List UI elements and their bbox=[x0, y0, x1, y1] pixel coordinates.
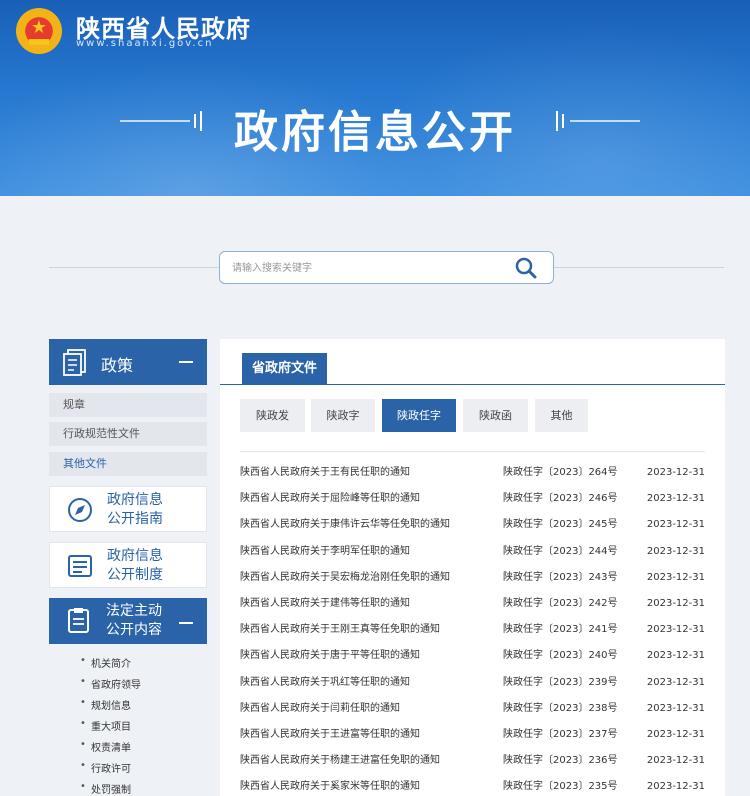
table-row[interactable]: 陕西省人民政府关于杨建王进富任免职的通知 陕政任字〔2023〕236号 2023-1… bbox=[240, 748, 705, 774]
document-number: 陕政任字〔2023〕240号 bbox=[503, 650, 618, 662]
search-divider-left bbox=[49, 267, 219, 268]
proactive-title-line1: 法定主动 bbox=[106, 603, 162, 619]
table-row[interactable]: 陕西省人民政府关于屈险峰等任职的通知 陕政任字〔2023〕246号 2023-12-… bbox=[240, 486, 705, 512]
table-row[interactable]: 陕西省人民政府关于吴宏梅龙治刚任免职的通知 陕政任字〔2023〕243号 2023-… bbox=[240, 565, 705, 591]
search-input[interactable] bbox=[232, 260, 502, 276]
compass-icon bbox=[68, 498, 92, 522]
sidebar-proactive-header[interactable]: 法定主动 公开内容 bbox=[49, 598, 207, 644]
table-row[interactable]: 陕西省人民政府关于建伟等任职的通知 陕政任字〔2023〕242号 2023-12-3… bbox=[240, 591, 705, 617]
filter-shaanzhenghan[interactable]: 陕政函 bbox=[463, 399, 528, 432]
sidebar-link-leaders[interactable]: 省政府领导 bbox=[80, 676, 141, 691]
collapse-icon[interactable] bbox=[179, 622, 193, 624]
document-date: 2023-12-31 bbox=[646, 676, 705, 688]
document-date: 2023-12-31 bbox=[646, 545, 705, 557]
document-title[interactable]: 陕西省人民政府关于康伟许云华等任免职的通知 bbox=[240, 512, 450, 538]
document-number: 陕政任字〔2023〕241号 bbox=[503, 624, 618, 636]
document-date: 2023-12-31 bbox=[646, 755, 705, 767]
filter-shaanzhengzi[interactable]: 陕政字 bbox=[311, 399, 375, 432]
document-number: 陕政任字〔2023〕235号 bbox=[503, 781, 618, 793]
sidebar-link-responsibility-list[interactable]: 权责清单 bbox=[80, 739, 131, 754]
sidebar-item-regulations[interactable]: 规章 bbox=[49, 393, 207, 417]
document-number: 陕政任字〔2023〕239号 bbox=[503, 676, 618, 688]
sidebar-item-other-documents[interactable]: 其他文件 bbox=[49, 452, 207, 476]
sidebar-policy-title: 政策 bbox=[101, 356, 134, 375]
document-title[interactable]: 陕西省人民政府关于王刚王真等任免职的通知 bbox=[240, 617, 440, 643]
document-date: 2023-12-31 bbox=[646, 598, 705, 609]
table-row[interactable]: 陕西省人民政府关于李明军任职的通知 陕政任字〔2023〕244号 2023-12-3… bbox=[240, 539, 705, 565]
document-date: 2023-12-31 bbox=[646, 781, 705, 793]
document-date: 2023-12-31 bbox=[646, 624, 705, 636]
system-title-line1: 政府信息 bbox=[107, 548, 163, 564]
sidebar-item-normative-documents[interactable]: 行政规范性文件 bbox=[49, 422, 207, 446]
filter-shaanzhengrenzi[interactable]: 陕政任字 bbox=[382, 399, 456, 432]
document-title[interactable]: 陕西省人民政府关于李明军任职的通知 bbox=[240, 539, 410, 565]
document-title[interactable]: 陕西省人民政府关于吴宏梅龙治刚任免职的通知 bbox=[240, 565, 450, 591]
sidebar-policy-header[interactable]: 政策 bbox=[49, 339, 207, 385]
sidebar-card-disclosure-guide[interactable]: 政府信息 公开指南 bbox=[49, 486, 207, 532]
table-row[interactable]: 陕西省人民政府关于唐于平等任职的通知 陕政任字〔2023〕240号 2023-12-… bbox=[240, 643, 705, 669]
document-date: 2023-12-31 bbox=[646, 519, 705, 531]
document-title[interactable]: 陕西省人民政府关于唐于平等任职的通知 bbox=[240, 643, 420, 669]
collapse-icon[interactable] bbox=[179, 361, 193, 363]
proactive-title-line2: 公开内容 bbox=[106, 622, 162, 638]
guide-title-line2: 公开指南 bbox=[107, 511, 163, 527]
clipboard-icon bbox=[68, 608, 89, 633]
sidebar-link-major-projects[interactable]: 重大项目 bbox=[80, 718, 131, 733]
document-number: 陕政任字〔2023〕245号 bbox=[503, 519, 618, 531]
search-divider-right bbox=[554, 267, 724, 268]
table-row[interactable]: 陕西省人民政府关于巩红等任职的通知 陕政任字〔2023〕239号 2023-12-3… bbox=[240, 670, 705, 696]
document-date: 2023-12-31 bbox=[646, 493, 705, 505]
sidebar-link-planning[interactable]: 规划信息 bbox=[80, 697, 131, 712]
document-number: 陕政任字〔2023〕238号 bbox=[503, 702, 618, 714]
document-date: 2023-12-31 bbox=[646, 571, 705, 583]
sidebar-link-penalties[interactable]: 处罚强制 bbox=[80, 781, 131, 796]
document-title[interactable]: 陕西省人民政府关于王进富等任职的通知 bbox=[240, 722, 420, 748]
sidebar-card-disclosure-system[interactable]: 政府信息 公开制度 bbox=[49, 542, 207, 588]
tab-underline bbox=[220, 384, 725, 385]
document-title[interactable]: 陕西省人民政府关于王有民任职的通知 bbox=[240, 460, 410, 486]
document-title[interactable]: 陕西省人民政府关于巩红等任职的通知 bbox=[240, 670, 410, 696]
guide-title-line1: 政府信息 bbox=[107, 492, 163, 508]
document-number: 陕政任字〔2023〕236号 bbox=[503, 755, 618, 767]
table-row[interactable]: 陕西省人民政府关于王进富等任职的通知 陕政任字〔2023〕237号 2023-12-… bbox=[240, 722, 705, 748]
document-title[interactable]: 陕西省人民政府关于奚家米等任职的通知 bbox=[240, 774, 420, 796]
filter-other[interactable]: 其他 bbox=[535, 399, 588, 432]
document-title[interactable]: 陕西省人民政府关于屈险峰等任职的通知 bbox=[240, 486, 420, 512]
document-number: 陕政任字〔2023〕237号 bbox=[503, 729, 618, 740]
document-number: 陕政任字〔2023〕243号 bbox=[503, 571, 618, 583]
document-stack-icon bbox=[63, 349, 86, 376]
table-row[interactable]: 陕西省人民政府关于王有民任职的通知 陕政任字〔2023〕264号 2023-12-3… bbox=[240, 460, 705, 486]
document-number: 陕政任字〔2023〕244号 bbox=[503, 545, 618, 557]
list-divider bbox=[240, 451, 705, 452]
table-row[interactable]: 陕西省人民政府关于王刚王真等任免职的通知 陕政任字〔2023〕241号 2023-1… bbox=[240, 617, 705, 643]
document-number: 陕政任字〔2023〕246号 bbox=[503, 493, 618, 505]
document-number: 陕政任字〔2023〕264号 bbox=[503, 467, 618, 478]
search-icon[interactable] bbox=[513, 256, 539, 280]
document-date: 2023-12-31 bbox=[646, 702, 705, 714]
header-banner: ★ 陕西省人民政府 www.shaanxi.gov.cn 政府信息公开 bbox=[0, 0, 750, 196]
system-title-line2: 公开制度 bbox=[107, 567, 163, 583]
table-row[interactable]: 陕西省人民政府关于奚家米等任职的通知 陕政任字〔2023〕235号 2023-12-… bbox=[240, 774, 705, 796]
search-box bbox=[219, 251, 554, 284]
document-number: 陕政任字〔2023〕242号 bbox=[503, 598, 618, 609]
document-title[interactable]: 陕西省人民政府关于建伟等任职的通知 bbox=[240, 591, 410, 617]
document-date: 2023-12-31 bbox=[646, 650, 705, 662]
national-emblem-icon[interactable]: ★ bbox=[16, 8, 62, 54]
sidebar-link-licensing[interactable]: 行政许可 bbox=[80, 760, 131, 775]
document-title[interactable]: 陕西省人民政府关于杨建王进富任免职的通知 bbox=[240, 748, 440, 774]
table-row[interactable]: 陕西省人民政府关于闫莉任职的通知 陕政任字〔2023〕238号 2023-12-31 bbox=[240, 696, 705, 722]
document-date: 2023-12-31 bbox=[646, 729, 705, 740]
table-row[interactable]: 陕西省人民政府关于康伟许云华等任免职的通知 陕政任字〔2023〕245号 2023-… bbox=[240, 512, 705, 538]
sidebar-link-agency-profile[interactable]: 机关简介 bbox=[80, 655, 131, 670]
page-title: 政府信息公开 bbox=[234, 107, 516, 158]
title-decoration-bars-right bbox=[556, 110, 568, 131]
filter-shaanzhengfa[interactable]: 陕政发 bbox=[240, 399, 305, 432]
document-title[interactable]: 陕西省人民政府关于闫莉任职的通知 bbox=[240, 696, 400, 722]
list-document-icon bbox=[68, 555, 92, 577]
tab-provincial-documents[interactable]: 省政府文件 bbox=[242, 353, 327, 384]
document-date: 2023-12-31 bbox=[646, 467, 705, 478]
title-decoration-right bbox=[570, 120, 640, 122]
site-url[interactable]: www.shaanxi.gov.cn bbox=[76, 38, 213, 49]
